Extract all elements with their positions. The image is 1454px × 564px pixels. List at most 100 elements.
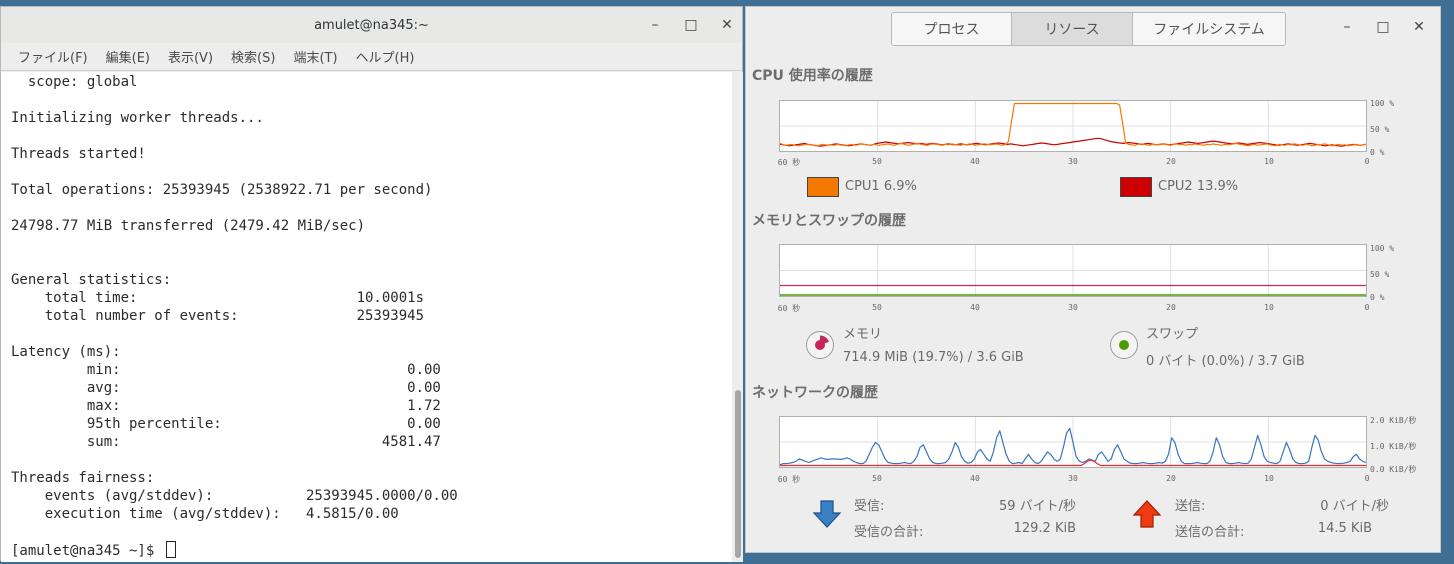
menu-view[interactable]: 表示(V) xyxy=(168,47,213,66)
upload-arrow-icon xyxy=(1132,500,1162,528)
close-button[interactable]: ✕ xyxy=(720,17,734,33)
monitor-tabs: プロセス リソース ファイルシステム xyxy=(891,12,1286,46)
menu-edit[interactable]: 編集(E) xyxy=(106,47,150,66)
x-tick-label: 30 xyxy=(1068,474,1078,483)
maximize-button[interactable]: □ xyxy=(1376,19,1390,35)
terminal-line: max: 1.72 xyxy=(11,398,441,414)
memory-y-tick: 100 % xyxy=(1370,244,1395,253)
send-label: 送信: xyxy=(1175,499,1206,514)
swap-value: 0 バイト (0.0%) / 3.7 GiB xyxy=(1146,354,1305,369)
memory-y-tick: 0 % xyxy=(1370,293,1385,302)
terminal-menubar: ファイル(F) 編集(E) 表示(V) 検索(S) 端末(T) ヘルプ(H) xyxy=(1,43,742,71)
cpu-history-graph xyxy=(779,100,1367,152)
terminal-window[interactable]: amulet@na345:~ – □ ✕ ファイル(F) 編集(E) 表示(V)… xyxy=(0,6,743,562)
terminal-line: avg: 0.00 xyxy=(11,380,441,396)
x-tick-label: 20 xyxy=(1166,474,1176,483)
terminal-line: execution time (avg/stddev): 4.5815/0.00 xyxy=(11,506,399,522)
terminal-line: total number of events: 25393945 xyxy=(11,308,425,324)
cpu-y-tick: 50 % xyxy=(1370,125,1390,134)
x-tick-label: 40 xyxy=(970,157,980,166)
terminal-line: min: 0.00 xyxy=(11,362,441,378)
cpu-history-title: CPU 使用率の履歴 xyxy=(752,68,873,84)
x-tick-label: 10 xyxy=(1264,157,1274,166)
menu-help[interactable]: ヘルプ(H) xyxy=(356,47,415,66)
x-tick-label: 60 秒 xyxy=(777,158,801,167)
x-tick-label: 50 xyxy=(872,157,882,166)
terminal-line: Threads fairness: xyxy=(11,470,155,486)
terminal-line: Total operations: 25393945 (2538922.71 p… xyxy=(11,182,433,198)
cpu-graph-plot xyxy=(780,101,1366,151)
x-tick-label: 0 xyxy=(1364,303,1370,312)
memory-history-title: メモリとスワップの履歴 xyxy=(752,213,906,229)
memory-value: 714.9 MiB (19.7%) / 3.6 GiB xyxy=(843,350,1024,365)
x-tick-label: 50 xyxy=(872,303,882,312)
terminal-prompt-line[interactable]: [amulet@na345 ~]$ xyxy=(11,541,732,560)
memory-history-graph xyxy=(779,244,1367,297)
network-y-tick: 0.0 KiB/秒 xyxy=(1370,465,1417,474)
terminal-prompt: [amulet@na345 ~]$ xyxy=(11,543,163,559)
terminal-line: Initializing worker threads... xyxy=(11,110,264,126)
terminal-line: 95th percentile: 0.00 xyxy=(11,416,441,432)
pie-center xyxy=(1119,340,1129,350)
maximize-button[interactable]: □ xyxy=(684,17,698,33)
x-tick-label: 50 xyxy=(872,474,882,483)
network-history-title: ネットワークの履歴 xyxy=(752,385,878,401)
swap-label: スワップ xyxy=(1146,327,1199,342)
scrollbar-thumb[interactable] xyxy=(735,390,741,558)
menu-terminal[interactable]: 端末(T) xyxy=(293,47,337,66)
network-y-tick: 2.0 KiB/秒 xyxy=(1370,416,1417,425)
terminal-line: General statistics: xyxy=(11,272,172,288)
tab-filesystems[interactable]: ファイルシステム xyxy=(1133,13,1285,45)
x-tick-label: 30 xyxy=(1068,157,1078,166)
x-tick-label: 0 xyxy=(1364,157,1370,166)
cpu2-label: CPU2 13.9% xyxy=(1158,179,1239,194)
x-tick-label: 10 xyxy=(1264,303,1274,312)
terminal-line: scope: global xyxy=(11,74,138,90)
close-button[interactable]: ✕ xyxy=(1412,19,1426,35)
terminal-line: Latency (ms): xyxy=(11,344,121,360)
network-history-graph xyxy=(779,416,1367,468)
x-tick-label: 30 xyxy=(1068,303,1078,312)
terminal-line: events (avg/stddev): 25393945.0000/0.00 xyxy=(11,488,458,504)
memory-label: メモリ xyxy=(843,327,883,342)
x-tick-label: 0 xyxy=(1364,474,1370,483)
terminal-line: Threads started! xyxy=(11,146,146,162)
receive-total: 129.2 KiB xyxy=(1013,521,1076,536)
receive-rate: 59 バイト/秒 xyxy=(998,499,1076,514)
send-total-label: 送信の合計: xyxy=(1175,525,1245,540)
x-tick-label: 10 xyxy=(1264,474,1274,483)
terminal-line: total time: 10.0001s xyxy=(11,290,425,306)
tab-resources[interactable]: リソース xyxy=(1012,13,1133,45)
minimize-button[interactable]: – xyxy=(648,17,662,33)
minimize-button[interactable]: – xyxy=(1340,19,1354,35)
system-monitor-window[interactable]: プロセス リソース ファイルシステム – □ ✕ CPU 使用率の履歴 100 … xyxy=(745,6,1441,553)
memory-usage-pie-icon[interactable] xyxy=(805,330,835,360)
terminal-cursor xyxy=(165,541,176,558)
terminal-output[interactable]: scope: global Initializing worker thread… xyxy=(1,72,732,562)
terminal-titlebar[interactable]: amulet@na345:~ – □ ✕ xyxy=(1,7,742,43)
tab-processes[interactable]: プロセス xyxy=(892,13,1012,45)
send-total: 14.5 KiB xyxy=(1317,521,1372,536)
x-tick-label: 60 秒 xyxy=(777,304,801,313)
cpu-y-tick: 0 % xyxy=(1370,148,1385,157)
receive-label: 受信: xyxy=(854,499,885,514)
cpu1-color-swatch[interactable] xyxy=(807,177,839,197)
network-graph-plot xyxy=(780,417,1366,467)
terminal-scrollbar[interactable] xyxy=(732,72,743,562)
x-tick-label: 60 秒 xyxy=(777,475,801,484)
terminal-line: sum: 4581.47 xyxy=(11,434,441,450)
memory-y-tick: 50 % xyxy=(1370,270,1390,279)
cpu2-color-swatch[interactable] xyxy=(1120,177,1152,197)
swap-usage-pie-icon[interactable] xyxy=(1109,330,1139,360)
memory-graph-plot xyxy=(780,245,1366,296)
menu-file[interactable]: ファイル(F) xyxy=(18,47,88,66)
menu-search[interactable]: 検索(S) xyxy=(231,47,275,66)
